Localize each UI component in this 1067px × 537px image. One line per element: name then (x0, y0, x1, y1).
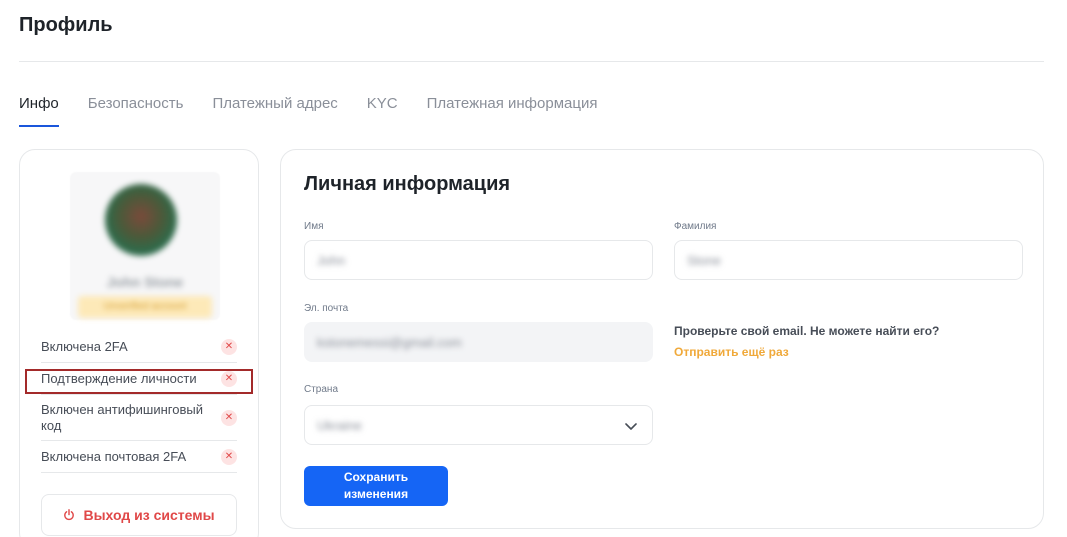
personal-info-card: Личная информация Имя John Фамилия Stone… (280, 149, 1044, 529)
avatar (105, 184, 177, 256)
country-label: Страна (304, 384, 339, 395)
email-label: Эл. почта (304, 303, 349, 314)
profile-summary-card: John Stone Unverified account Включена 2… (19, 149, 259, 537)
status-item-antiphishing: Включен антифишинговый код ✕ (41, 395, 237, 441)
x-icon: ✕ (221, 448, 237, 465)
country-select[interactable]: Ukraine (304, 405, 653, 445)
status-item-label: Включена почтовая 2FA (41, 448, 187, 464)
profile-tabs: Инфо Безопасность Платежный адрес KYC Пл… (19, 95, 626, 127)
save-label-line1: Сохранить (343, 470, 409, 484)
country-value: Ukraine (317, 417, 362, 433)
status-item-label: Включен антифишинговый код (41, 401, 203, 433)
tab-payment-info[interactable]: Платежная информация (427, 95, 598, 127)
email-field: kstonemessi@gmail.com (304, 322, 653, 362)
page-title: Профиль (19, 14, 113, 36)
avatar-area: John Stone Unverified account (70, 172, 220, 320)
status-item-2fa: Включена 2FA ✕ (41, 331, 237, 363)
x-icon: ✕ (221, 409, 237, 426)
email-verify-note: Проверьте свой email. Не можете найти ег… (674, 324, 940, 338)
last-name-value: Stone (687, 252, 721, 268)
logout-button[interactable]: Выход из системы (41, 494, 237, 536)
email-value: kstonemessi@gmail.com (317, 334, 462, 350)
logout-label: Выход из системы (83, 507, 215, 523)
last-name-input[interactable]: Stone (674, 240, 1023, 280)
first-name-label: Имя (304, 221, 324, 232)
tab-kyc[interactable]: KYC (367, 95, 398, 127)
tab-security[interactable]: Безопасность (88, 95, 184, 127)
highlight-box (25, 369, 253, 394)
status-item-label: Включена 2FA (41, 338, 128, 354)
section-title: Личная информация (304, 173, 511, 195)
security-status-list: Включена 2FA ✕ Подтверждение личности ✕ … (41, 331, 237, 473)
save-label-line2: изменения (343, 487, 409, 501)
first-name-value: John (317, 252, 346, 268)
power-icon (64, 509, 75, 521)
first-name-input[interactable]: John (304, 240, 653, 280)
tab-billing-address[interactable]: Платежный адрес (212, 95, 337, 127)
user-name: John Stone (106, 274, 184, 290)
chevron-down-icon (625, 423, 637, 430)
verification-badge: Unverified account (78, 296, 212, 318)
resend-email-link[interactable]: Отправить ещё раз (674, 345, 789, 359)
title-divider (19, 61, 1044, 62)
tab-info[interactable]: Инфо (19, 95, 59, 127)
status-item-email-2fa: Включена почтовая 2FA ✕ (41, 441, 237, 473)
save-changes-button[interactable]: Сохранить изменения (304, 466, 448, 506)
x-icon: ✕ (221, 338, 237, 355)
last-name-label: Фамилия (674, 221, 717, 232)
